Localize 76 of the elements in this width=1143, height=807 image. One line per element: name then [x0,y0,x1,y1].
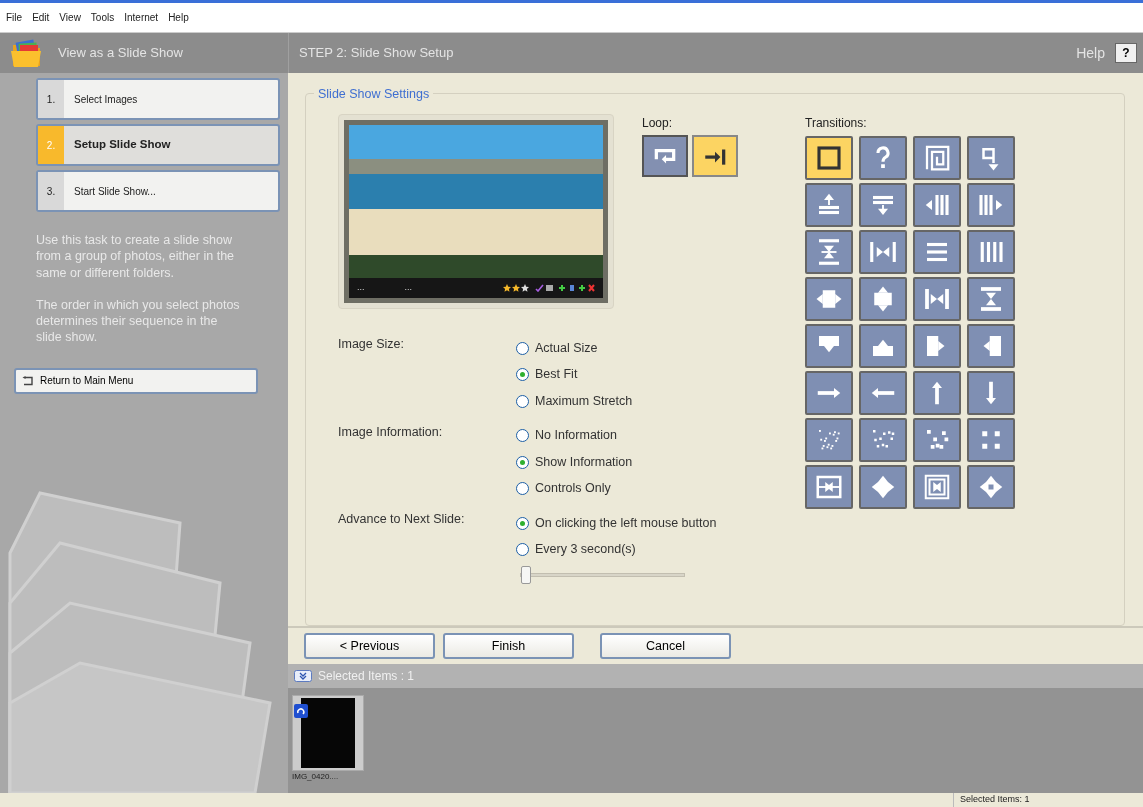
transition-button[interactable] [859,136,907,180]
task-title: View as a Slide Show [58,44,183,63]
collapse-icon[interactable] [294,670,312,682]
radio-option[interactable]: Best Fit [516,361,633,388]
transitions-label: Transitions: [805,115,868,132]
field-label: Image Information: [338,423,444,441]
radio-option[interactable]: Every 3 second(s) [516,536,717,563]
transition-button[interactable] [913,371,961,415]
field-label: Advance to Next Slide: [338,511,466,528]
step-button[interactable]: 2. Setup Slide Show [36,124,280,166]
radio-option[interactable]: Show Information [516,449,633,476]
thumbnail-label: IMG_0420.... [292,771,340,783]
menu-item[interactable]: Internet [124,10,159,25]
transition-button[interactable] [967,230,1015,274]
transition-icon [814,143,844,173]
transition-button[interactable] [805,277,853,321]
info-text: ... [404,281,413,295]
transition-button[interactable] [805,371,853,415]
transition-button[interactable] [913,183,961,227]
transition-button[interactable] [913,418,961,462]
transition-button[interactable] [805,230,853,274]
toolbar-icons-drawing [535,284,595,292]
transition-button[interactable] [913,136,961,180]
slider-thumb[interactable] [520,566,531,584]
help-button[interactable]: ? [1115,43,1137,63]
radio-option[interactable]: Actual Size [516,335,633,362]
transition-button[interactable] [805,183,853,227]
description-text: Use this task to create a slide show from a group of photos, either in the same or different folders. [36,232,236,281]
radio-option[interactable]: Maximum Stretch [516,388,633,415]
transition-button[interactable] [805,136,853,180]
image-thumbnail[interactable] [292,695,364,771]
transition-button[interactable] [859,371,907,415]
transition-button[interactable] [913,465,961,509]
transition-button[interactable] [967,324,1015,368]
transition-button[interactable] [859,183,907,227]
step-button[interactable]: 1. Select Images [36,78,280,120]
step-button[interactable]: 3. Start Slide Show... [36,170,280,212]
loop-label: Loop: [642,115,674,132]
transition-button[interactable] [967,136,1015,180]
loop-option-button[interactable] [642,135,688,177]
wizard-button[interactable]: Cancel [600,633,731,659]
selected-items-title: Selected Items : 1 [318,668,415,685]
transition-button[interactable] [967,371,1015,415]
radio-option[interactable]: No Information [516,422,633,449]
transition-button[interactable] [913,324,961,368]
step-title: STEP 2: Slide Show Setup [299,44,454,63]
menu-item[interactable]: Help [168,10,189,25]
transition-button[interactable] [967,183,1015,227]
transition-button[interactable] [967,418,1015,462]
menu-item[interactable]: File [6,10,23,25]
return-arrow-icon [22,375,34,386]
transition-button[interactable] [859,465,907,509]
transition-button[interactable] [913,277,961,321]
transition-icon [922,472,952,502]
menu-item[interactable]: Tools [90,10,115,25]
transition-button[interactable] [805,465,853,509]
transition-button[interactable] [967,277,1015,321]
loop-option-button[interactable] [692,135,738,177]
transition-button[interactable] [967,465,1015,509]
field-label: Image Size: [338,336,405,353]
menu-item[interactable]: View [59,10,81,25]
status-text: Selected Items: 1 [953,793,1143,807]
transition-button[interactable] [859,324,907,368]
rotate-badge-icon [294,704,308,718]
radio-option[interactable]: On clicking the left mouse button [516,510,717,537]
transition-button[interactable] [859,418,907,462]
transition-button[interactable] [805,324,853,368]
return-button[interactable]: Return to Main Menu [14,367,258,394]
radio-option[interactable]: Controls Only [516,475,633,502]
transition-button[interactable] [913,230,961,274]
wizard-button[interactable]: < Previous [304,633,435,659]
info-text: ... [357,281,365,295]
menu-item[interactable]: Edit [32,10,50,25]
transition-button[interactable] [859,230,907,274]
wizard-button[interactable]: Finish [443,633,574,659]
transition-button[interactable] [859,277,907,321]
